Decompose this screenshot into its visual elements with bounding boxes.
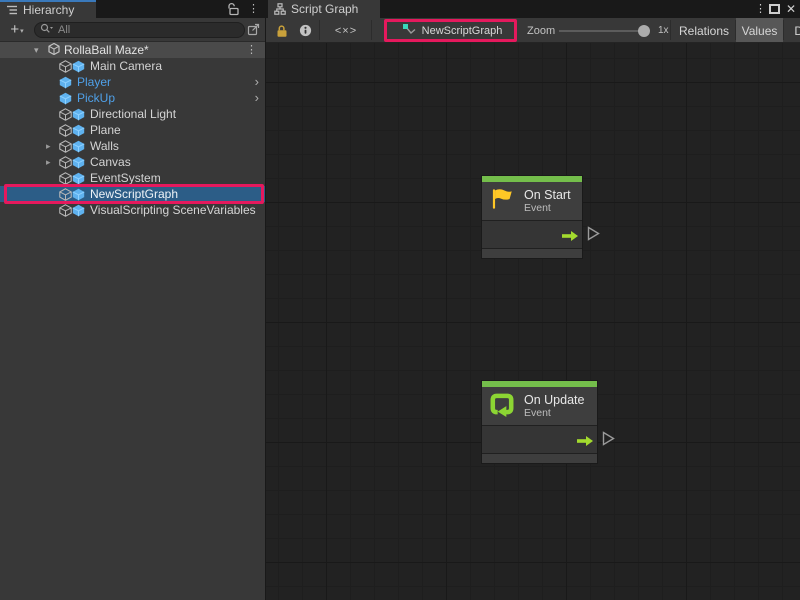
zoom-slider-handle[interactable] — [638, 25, 650, 37]
graph-asset-icon — [402, 23, 416, 39]
gameobject-cube-icon — [59, 172, 85, 185]
gameobject-cube-icon — [59, 156, 85, 169]
gameobject-label: VisualScripting SceneVariables — [90, 203, 256, 217]
flow-arrow-icon — [562, 229, 578, 247]
loop-icon — [489, 391, 515, 422]
tab-script-graph[interactable]: Script Graph — [268, 0, 380, 18]
hierarchy-row[interactable]: ▸ PickUp › — [0, 90, 265, 106]
lock-icon[interactable] — [270, 18, 292, 43]
relations-button[interactable]: Relations — [673, 18, 735, 43]
breadcrumb[interactable]: NewScriptGraph — [386, 18, 518, 43]
tab-hierarchy[interactable]: Hierarchy — [0, 0, 96, 18]
zoom-label: Zoom — [527, 18, 555, 43]
output-port-icon[interactable] — [587, 226, 600, 246]
hierarchy-tab-bar: Hierarchy ⋮ — [0, 0, 265, 18]
output-port-icon[interactable] — [602, 431, 615, 451]
gameobject-label: Plane — [90, 123, 121, 137]
gameobject-cube-icon — [59, 108, 85, 121]
prefab-chevron-icon[interactable]: › — [255, 90, 259, 105]
graph-toolbar: <×> NewScriptGraph Zoom 1x Relations Val… — [266, 18, 800, 43]
hierarchy-menu-icon[interactable]: ⋮ — [248, 2, 259, 16]
maximize-icon[interactable] — [769, 4, 780, 14]
tab-hierarchy-label: Hierarchy — [23, 3, 74, 17]
gameobject-cube-icon — [59, 60, 85, 73]
gameobject-cube-icon — [59, 92, 72, 105]
hierarchy-icon — [6, 4, 18, 16]
unity-scene-icon — [48, 43, 60, 58]
hierarchy-row[interactable]: ▸ Walls › — [0, 138, 265, 154]
gameobject-cube-icon — [59, 204, 85, 217]
zoom-value: 1x — [658, 18, 669, 43]
scene-name: RollaBall Maze* — [64, 43, 149, 57]
gameobject-label: Directional Light — [90, 107, 176, 121]
gameobject-cube-icon — [59, 124, 85, 137]
close-icon[interactable]: ✕ — [786, 2, 796, 16]
values-button[interactable]: Values — [736, 18, 783, 43]
unlock-icon[interactable] — [227, 2, 240, 19]
gameobject-label: EventSystem — [90, 171, 161, 185]
node-title: On Start — [524, 188, 571, 202]
hierarchy-row[interactable]: ▸ Directional Light › — [0, 106, 265, 122]
hierarchy-row[interactable]: ▸ Player › — [0, 74, 265, 90]
hierarchy-row[interactable]: ▸ Main Camera › — [0, 58, 265, 74]
flow-arrow-icon — [577, 434, 593, 452]
open-search-window-icon[interactable] — [247, 23, 261, 41]
script-graph-panel: Script Graph ⋮ ✕ <×> — [266, 0, 800, 600]
foldout-icon[interactable]: ▾ — [34, 45, 44, 56]
graph-tab-bar: Script Graph ⋮ ✕ — [266, 0, 800, 18]
hierarchy-row[interactable]: ▸ VisualScripting SceneVariables › — [0, 202, 265, 218]
hierarchy-tree: ▸ Main Camera › ▸ Player › — [0, 58, 265, 218]
gameobject-label: Canvas — [90, 155, 131, 169]
scene-menu-icon[interactable]: ⋮ — [246, 43, 257, 56]
gameobject-label: Walls — [90, 139, 119, 153]
gameobject-cube-icon — [59, 76, 72, 89]
zoom-slider-track[interactable] — [559, 30, 649, 32]
node-subtitle: Event — [524, 407, 584, 419]
breadcrumb-label: NewScriptGraph — [422, 25, 503, 37]
window-menu-icon[interactable]: ⋮ — [755, 2, 766, 16]
flag-icon — [489, 186, 515, 217]
prefab-chevron-icon[interactable]: › — [255, 74, 259, 89]
hierarchy-toolbar: + ▾ All — [0, 18, 265, 42]
gameobject-cube-icon — [59, 140, 85, 153]
dim-button[interactable]: Dim — [784, 18, 800, 43]
variables-glyph: <×> — [335, 25, 357, 37]
plus-icon: + — [10, 22, 19, 37]
hierarchy-row[interactable]: ▸ NewScriptGraph › — [0, 186, 265, 202]
gameobject-label: PickUp — [77, 91, 115, 105]
gameobject-label: Player — [77, 75, 111, 89]
node-on-update[interactable]: On Update Event — [481, 380, 598, 464]
node-title: On Update — [524, 393, 584, 407]
expand-arrow-icon[interactable]: ▸ — [46, 141, 59, 152]
gameobject-label: Main Camera — [90, 59, 162, 73]
hierarchy-panel: Hierarchy ⋮ + ▾ All — [0, 0, 266, 600]
scene-header[interactable]: ▾ RollaBall Maze* ⋮ — [0, 42, 265, 58]
tab-script-graph-label: Script Graph — [291, 2, 358, 16]
hierarchy-row[interactable]: ▸ EventSystem › — [0, 170, 265, 186]
hierarchy-search-input[interactable]: All — [34, 22, 245, 38]
variables-button[interactable]: <×> — [324, 18, 368, 43]
graph-canvas[interactable]: On Start Event — [266, 43, 800, 600]
search-placeholder: All — [58, 24, 70, 36]
create-object-button[interactable]: + ▾ — [4, 20, 30, 39]
gameobject-cube-icon — [59, 188, 85, 201]
search-icon — [40, 21, 53, 39]
hierarchy-row[interactable]: ▸ Plane › — [0, 122, 265, 138]
caret-down-icon: ▾ — [20, 27, 24, 35]
graph-tab-icon — [274, 3, 286, 15]
node-subtitle: Event — [524, 202, 571, 214]
info-icon[interactable] — [294, 18, 316, 43]
node-on-start[interactable]: On Start Event — [481, 175, 583, 259]
gameobject-label: NewScriptGraph — [90, 187, 178, 201]
expand-arrow-icon[interactable]: ▸ — [46, 157, 59, 168]
hierarchy-row[interactable]: ▸ Canvas › — [0, 154, 265, 170]
